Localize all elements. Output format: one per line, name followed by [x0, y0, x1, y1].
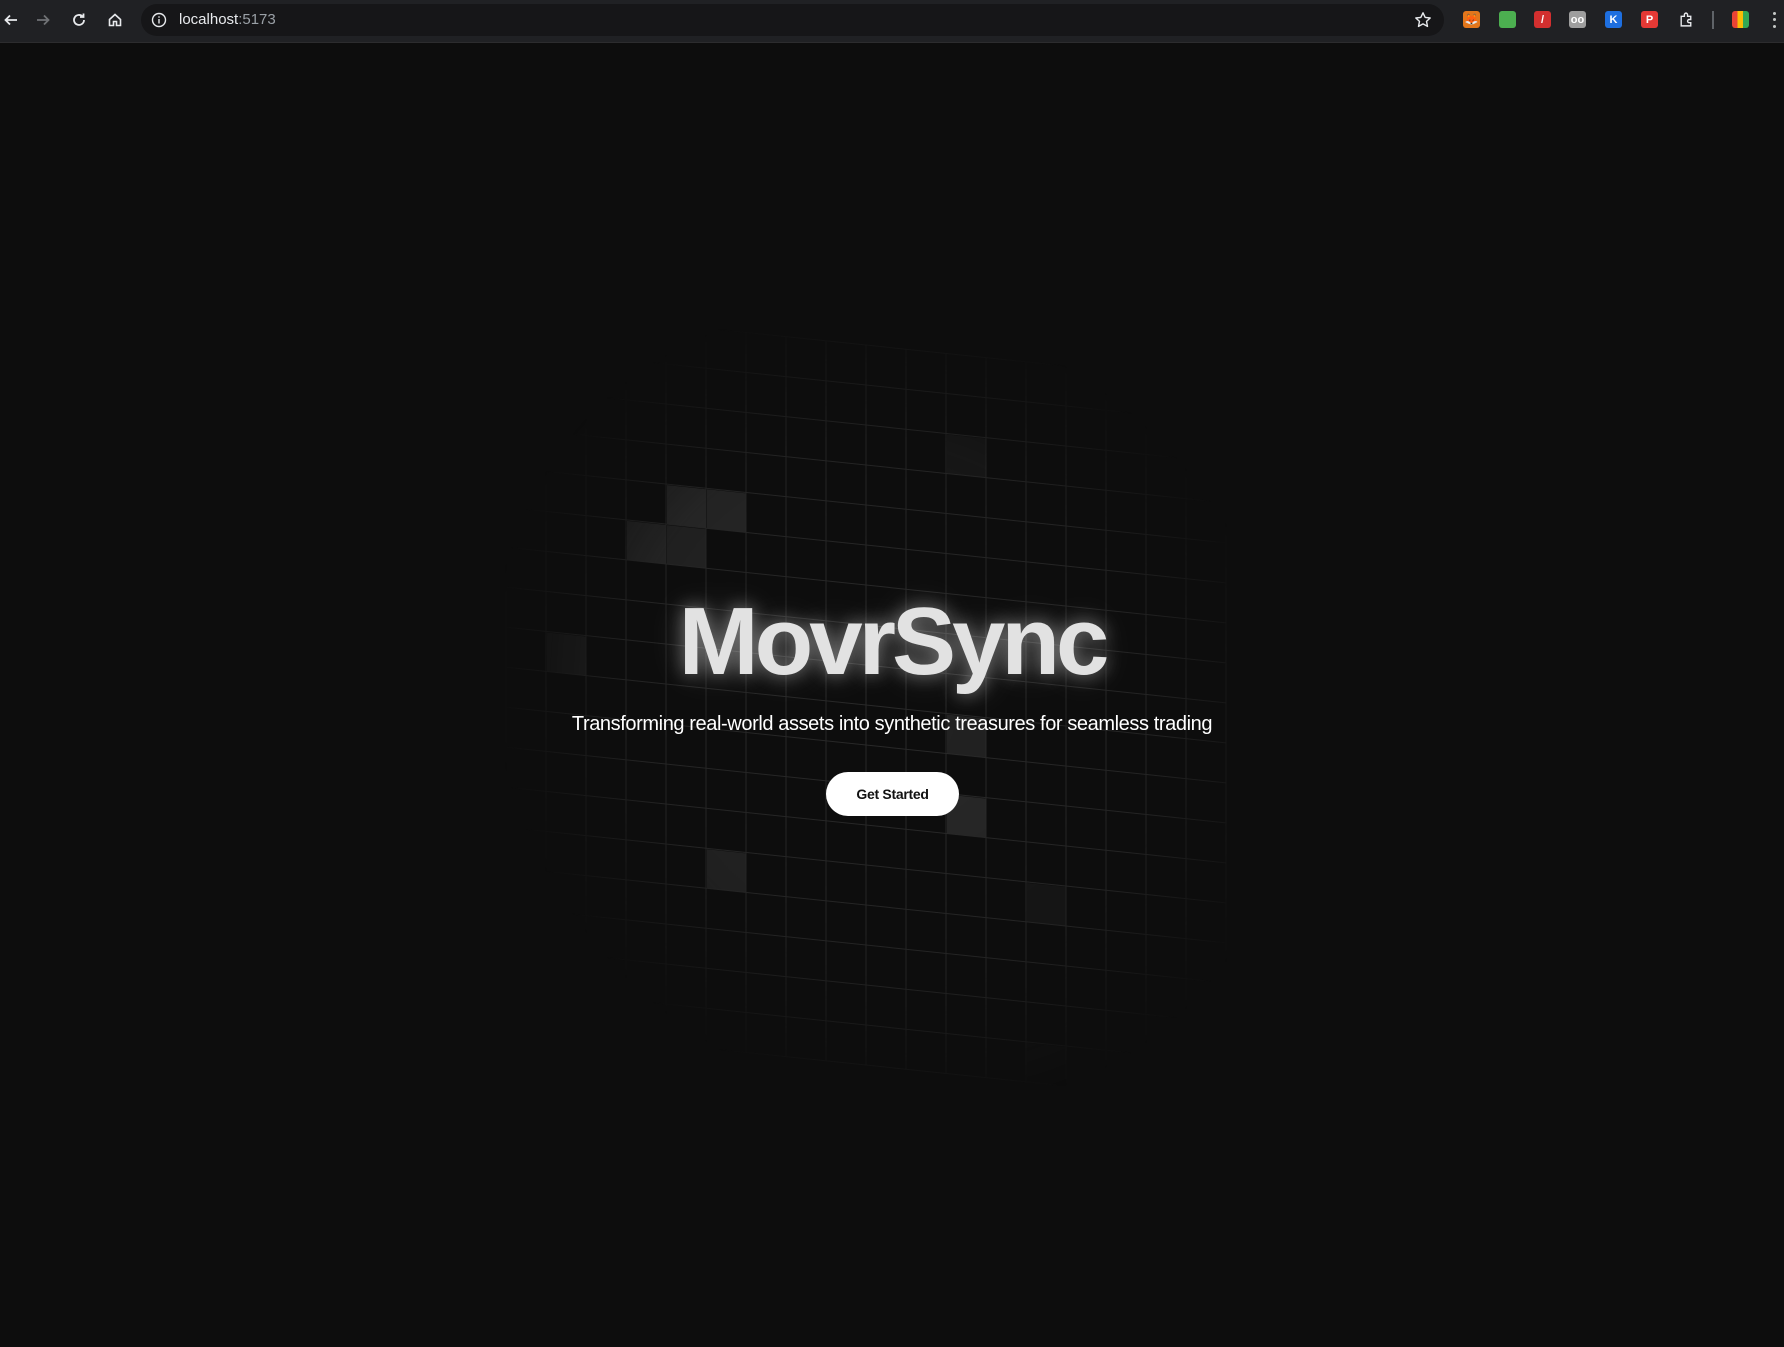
back-arrow-icon[interactable] [0, 9, 22, 31]
url-port: :5173 [238, 11, 276, 28]
green-frog-extension-icon[interactable] [1499, 11, 1516, 28]
page-viewport: MovrSync Transforming real-world assets … [0, 44, 1784, 1347]
hero-subtitle: Transforming real-world assets into synt… [571, 713, 1213, 735]
metamask-extension-icon[interactable]: 🦊 [1463, 11, 1480, 28]
address-bar[interactable]: localhost:5173 [141, 4, 1444, 36]
bookmark-star-icon[interactable] [1414, 11, 1432, 29]
url-text: localhost:5173 [179, 11, 276, 28]
puzzle-extensions-icon[interactable] [1678, 11, 1695, 28]
red-pen-extension-icon[interactable]: / [1534, 11, 1551, 28]
reload-icon[interactable] [68, 9, 90, 31]
forward-arrow-icon[interactable] [32, 9, 54, 31]
browser-menu-icon[interactable] [1770, 10, 1778, 30]
toolbar-divider [1712, 11, 1714, 29]
hero-section: MovrSync Transforming real-world assets … [0, 44, 1784, 1347]
colorful-extension-icon[interactable] [1732, 11, 1749, 28]
get-started-button[interactable]: Get Started [826, 772, 959, 816]
site-info-icon[interactable] [151, 12, 167, 28]
browser-toolbar: localhost:5173 🦊 / oo K P [0, 0, 1784, 43]
home-icon[interactable] [104, 9, 126, 31]
k-extension-icon[interactable]: K [1605, 11, 1622, 28]
hero-title: MovrSync [678, 588, 1110, 695]
red-card-extension-icon[interactable]: P [1641, 11, 1658, 28]
owl-extension-icon[interactable]: oo [1569, 11, 1586, 28]
url-host: localhost [179, 11, 239, 28]
